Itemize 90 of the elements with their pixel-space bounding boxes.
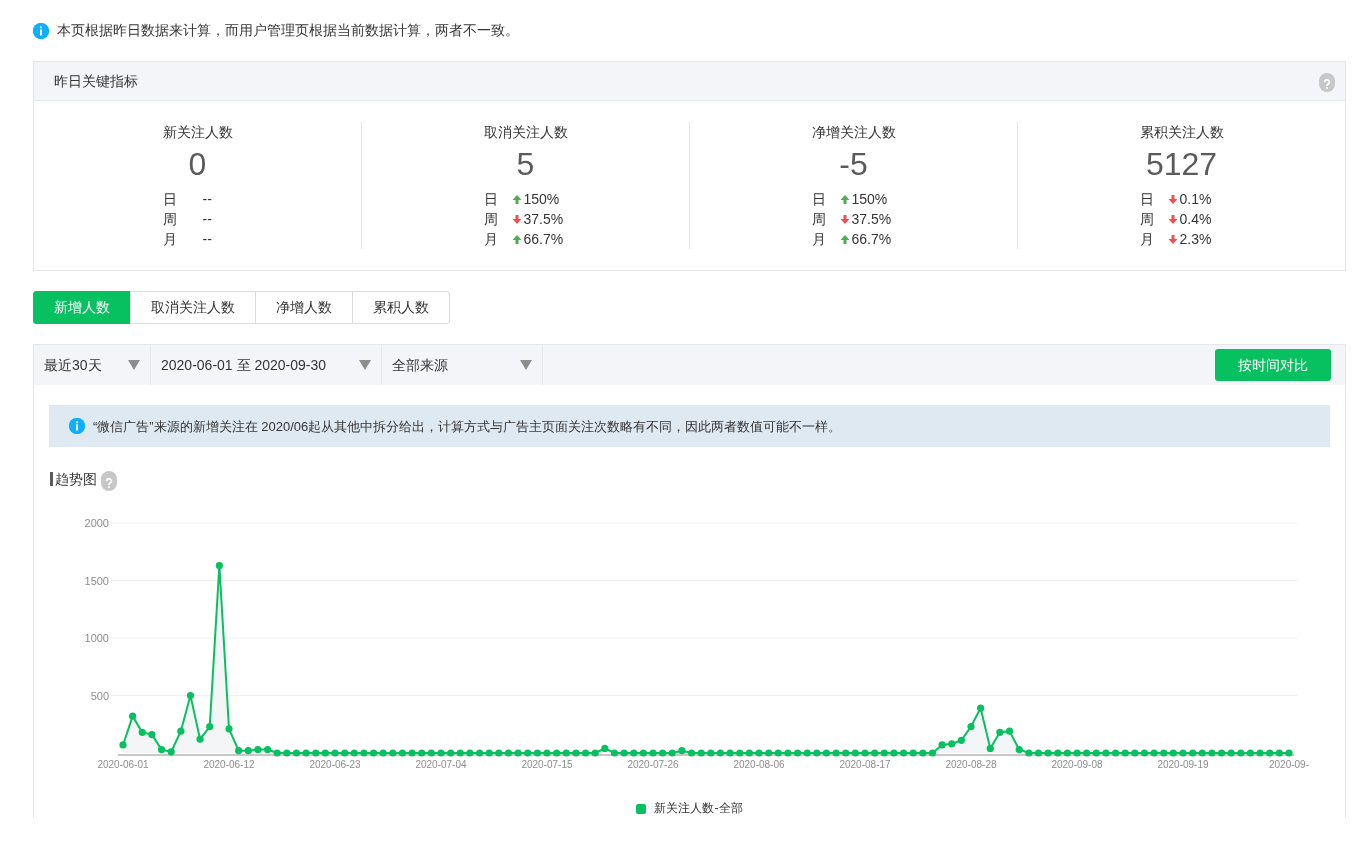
axis-label: 500 xyxy=(90,689,109,702)
legend-label: 新关注人数-全部 xyxy=(654,800,743,818)
period-label: 月 xyxy=(811,230,827,250)
info-icon xyxy=(69,418,85,435)
period-label: 日 xyxy=(483,190,499,210)
period-label: 月 xyxy=(162,230,178,250)
notice-text: 本页根据昨日数据来计算，而用户管理页根据当前数据计算，两者不一致。 xyxy=(57,21,519,40)
metric-label: 净增关注人数 xyxy=(811,123,896,142)
caret-icon xyxy=(359,360,371,371)
data-point xyxy=(225,725,233,733)
change-value: 37.5% xyxy=(851,210,892,230)
period-label: 周 xyxy=(1139,210,1155,230)
change-value: -- xyxy=(202,210,212,230)
axis-label: 2020-06-23 xyxy=(309,759,361,771)
axis-label: 2020-09-08 xyxy=(1051,759,1103,771)
period-label: 月 xyxy=(483,230,499,250)
data-point xyxy=(967,723,975,731)
help-icon xyxy=(1319,73,1335,89)
change-value: 0.4% xyxy=(1179,210,1212,230)
axis-label: 2020-07-04 xyxy=(415,759,467,771)
axis-label: 2020-08-06 xyxy=(733,759,785,771)
change-value: 150% xyxy=(851,190,889,210)
metric-label: 取消关注人数 xyxy=(483,123,568,142)
axis-label: 2000 xyxy=(84,517,109,530)
change-value: 37.5% xyxy=(523,210,564,230)
period-label: 日 xyxy=(811,190,827,210)
tab[interactable]: 取消关注人数 xyxy=(130,291,256,325)
change-value: 66.7% xyxy=(523,230,564,250)
axis-label: 2020-07-26 xyxy=(627,759,679,771)
axis-label: 2020-06-12 xyxy=(203,759,255,771)
caret-icon xyxy=(520,360,532,371)
data-point xyxy=(1073,749,1081,757)
data-point xyxy=(437,749,445,757)
data-point xyxy=(543,749,551,757)
panel-title: 昨日关键指标 xyxy=(54,71,138,91)
data-point xyxy=(1005,727,1014,736)
change-value: 0.1% xyxy=(1179,190,1212,210)
period-label: 周 xyxy=(811,210,827,230)
tab[interactable]: 净增人数 xyxy=(255,291,353,325)
axis-label: 2020-06-01 xyxy=(97,759,149,771)
data-point xyxy=(1015,746,1023,754)
data-point xyxy=(986,745,994,753)
period-label: 周 xyxy=(483,210,499,230)
data-point xyxy=(215,562,223,570)
data-point xyxy=(1179,749,1187,757)
period-label: 月 xyxy=(1139,230,1155,250)
data-point xyxy=(196,736,204,744)
period-label: 日 xyxy=(1139,190,1155,210)
metric-value: 5127 xyxy=(1145,145,1218,184)
data-point xyxy=(119,741,127,749)
metric-value: 5 xyxy=(516,145,535,184)
change-value: 2.3% xyxy=(1179,230,1212,250)
data-point xyxy=(649,749,657,757)
data-point xyxy=(177,727,185,736)
metric-value: 0 xyxy=(188,145,207,184)
change-value: -- xyxy=(202,190,212,210)
metric-label: 累积关注人数 xyxy=(1139,123,1224,142)
filter-dropdown[interactable]: 2020-06-01 至 2020-09-30 xyxy=(151,345,382,386)
data-point xyxy=(861,749,869,757)
period-label: 日 xyxy=(162,190,178,210)
axis-label: 2020-08-17 xyxy=(839,759,891,771)
axis-label: 1500 xyxy=(84,574,109,587)
axis-label: 2020-09- xyxy=(1269,759,1309,771)
info-icon xyxy=(33,22,49,39)
caret-icon xyxy=(128,360,140,371)
metric-label: 新关注人数 xyxy=(162,123,233,142)
filter-dropdown[interactable]: 全部来源 xyxy=(382,345,543,386)
chart-title: 趋势图 xyxy=(50,472,97,487)
data-point xyxy=(331,749,339,757)
change-value: 66.7% xyxy=(851,230,892,250)
banner-text: “微信广告”来源的新增关注在 2020/06起从其他中拆分给出，计算方式与广告主页面关注次数略有不同，因此两者数值可能不一样。 xyxy=(93,417,842,436)
axis-label: 2020-09-19 xyxy=(1157,759,1209,771)
tab[interactable]: 累积人数 xyxy=(352,291,450,325)
data-point xyxy=(1285,749,1293,757)
metric-value: -5 xyxy=(839,145,868,184)
change-value: 150% xyxy=(523,190,561,210)
filter-dropdown[interactable]: 最近30天 xyxy=(34,345,151,386)
axis-label: 2020-07-15 xyxy=(521,759,573,771)
data-point xyxy=(755,749,763,757)
period-label: 周 xyxy=(162,210,178,230)
data-point xyxy=(977,704,985,713)
axis-label: 1000 xyxy=(84,632,109,645)
change-value: -- xyxy=(202,230,212,250)
data-point xyxy=(138,729,146,737)
data-point xyxy=(186,692,195,700)
data-point xyxy=(148,731,156,739)
axis-label: 2020-08-28 xyxy=(945,759,997,771)
data-point xyxy=(129,713,137,721)
help-icon xyxy=(101,471,117,488)
data-point xyxy=(206,723,214,731)
